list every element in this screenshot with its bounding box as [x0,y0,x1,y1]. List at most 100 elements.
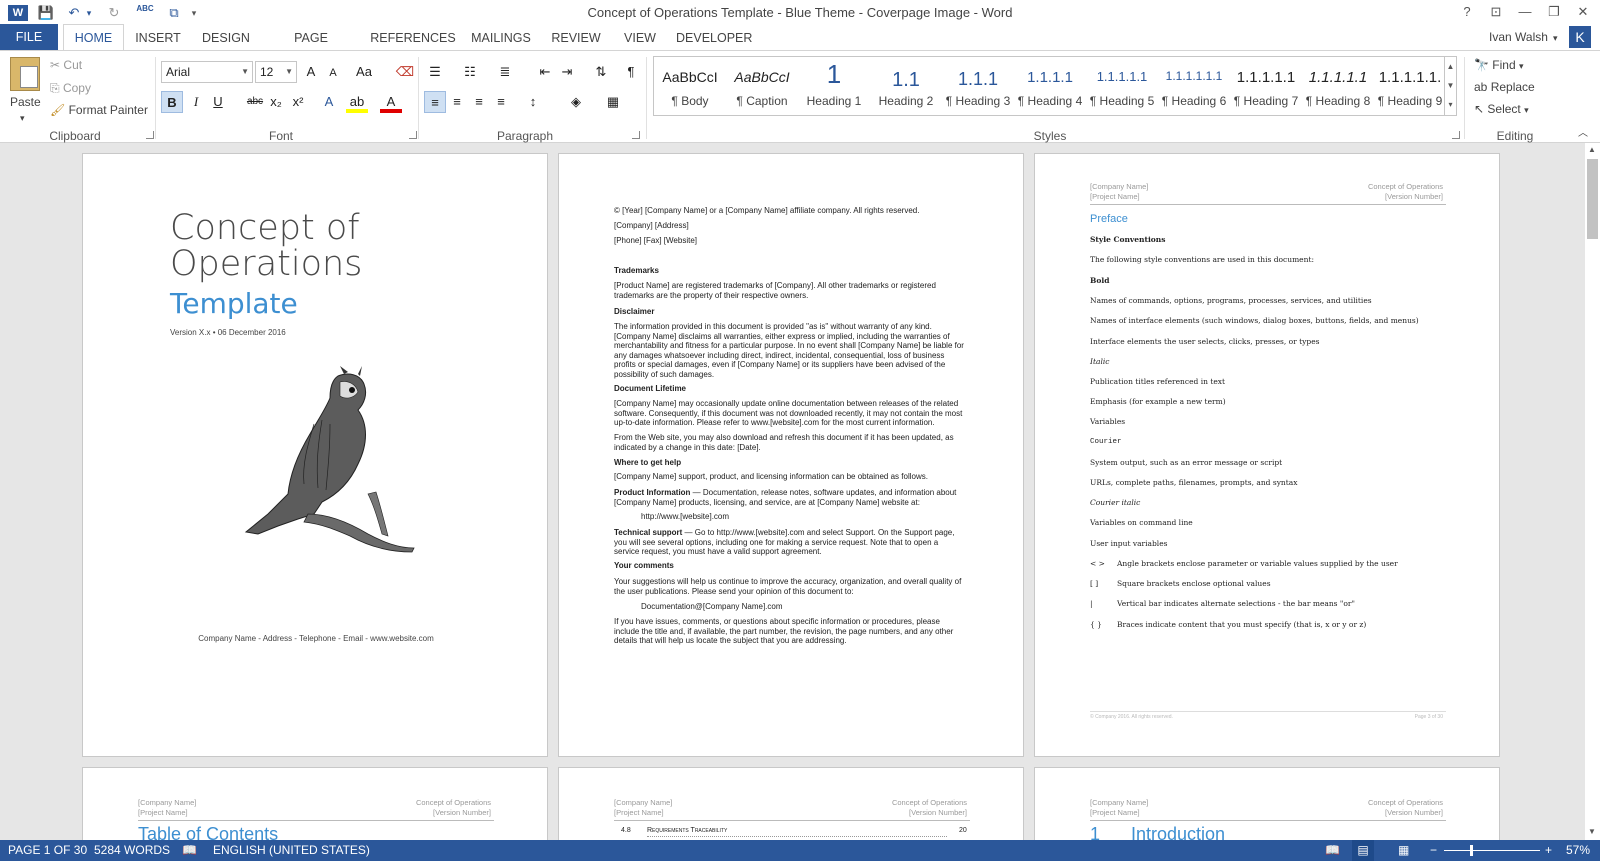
select-button[interactable]: ↖ Select ▾ [1474,100,1529,119]
scroll-up-icon[interactable]: ▲ [1588,145,1596,154]
toc-entry-number: 4.8 [621,827,631,834]
zoom-level[interactable]: 57% [1566,840,1590,861]
style-heading-8[interactable]: 1.1.1.1.1 ¶ Heading 8 [1302,57,1374,115]
tab-mailings[interactable]: MAILINGS [470,28,532,50]
superscript-button[interactable]: x² [287,91,309,113]
tab-review[interactable]: REVIEW [548,28,604,50]
tab-references[interactable]: REFERENCES [370,28,456,50]
style-heading-4[interactable]: 1.1.1.1 ¶ Heading 4 [1014,57,1086,115]
style-heading-7[interactable]: 1.1.1.1.1 ¶ Heading 7 [1230,57,1302,115]
zoom-in-icon[interactable]: + [1545,840,1552,861]
convention-line: URLs, complete paths, filenames, prompts… [1090,478,1298,487]
numbering-icon[interactable]: ☷ [459,61,481,83]
web-layout-icon[interactable]: ▦ [1398,840,1409,861]
intro-number: 1 [1090,824,1101,840]
font-color-icon[interactable]: A [380,91,402,113]
tab-home[interactable]: HOME [63,24,124,51]
style-heading-2[interactable]: 1.1 Heading 2 [870,57,942,115]
zoom-slider-thumb[interactable] [1470,845,1473,856]
grow-font-button[interactable]: A [300,61,322,83]
style-name: ¶ Heading 8 [1305,94,1371,108]
find-button[interactable]: 🔭 Find ▾ [1474,56,1524,75]
style-heading-1[interactable]: 1 Heading 1 [798,57,870,115]
word-count[interactable]: 5284 WORDS [94,840,170,861]
borders-icon[interactable]: ▦ [602,91,624,113]
user-name[interactable]: Ivan Walsh [1489,28,1548,46]
cut-button[interactable]: ✂ Cut [50,56,82,74]
tab-view[interactable]: VIEW [620,28,660,50]
print-layout-icon[interactable]: ▤ [1352,840,1374,861]
paste-button[interactable]: Paste [10,93,41,111]
restore-button[interactable]: ❐ [1543,3,1565,21]
minimize-button[interactable]: — [1514,3,1536,21]
styles-scroll[interactable]: ▲ ▼ ▾ [1445,56,1457,116]
multilevel-list-icon[interactable]: ≣ [494,61,516,83]
show-formatting-icon[interactable]: ¶ [620,61,642,83]
style-body[interactable]: AaBbCcI ¶ Body [654,57,726,115]
font-name-combo[interactable]: Arial ▼ [161,61,253,83]
change-case-button[interactable]: Aa [350,61,378,83]
style-heading-3[interactable]: 1.1.1 ¶ Heading 3 [942,57,1014,115]
lifetime-heading: Document Lifetime [614,384,687,393]
copy-button[interactable]: ⎘ Copy [50,79,91,97]
language[interactable]: ENGLISH (UNITED STATES) [213,840,370,861]
align-center-icon[interactable]: ≡ [446,91,468,113]
underline-button[interactable]: U [207,91,229,113]
shrink-font-button[interactable]: A [322,62,344,84]
format-painter-button[interactable]: 🖌 Format Painter [50,101,148,119]
increase-indent-icon[interactable]: ⇥ [556,61,578,83]
clipboard-launcher-icon[interactable] [146,131,154,139]
tab-page-layout[interactable]: PAGE LAYOUT [268,28,354,65]
style-heading-6[interactable]: 1.1.1.1.1.1 ¶ Heading 6 [1158,57,1230,115]
user-dropdown-icon[interactable]: ▾ [1553,29,1558,47]
read-mode-icon[interactable]: 📖 [1325,840,1340,861]
text-effects-icon[interactable]: A [318,91,340,113]
bullets-icon[interactable]: ☰ [424,61,446,83]
collapse-ribbon-icon[interactable]: ︿ [1578,125,1588,143]
align-left-icon[interactable]: ≡ [424,91,446,113]
page-cover[interactable]: Concept of Operations Template Version X.… [82,153,548,757]
font-launcher-icon[interactable] [409,131,417,139]
zoom-out-icon[interactable]: − [1430,840,1437,861]
zoom-slider[interactable] [1444,850,1540,851]
clear-formatting-icon[interactable]: ⌫ [394,61,416,83]
document-area[interactable]: Concept of Operations Template Version X.… [0,143,1600,840]
help-button[interactable]: ? [1456,3,1478,21]
highlight-icon[interactable]: ab [346,91,368,113]
page-preface[interactable]: [Company Name] [Project Name] Concept of… [1034,153,1500,757]
sort-icon[interactable]: ⇅ [590,61,612,83]
page-toc-2[interactable]: [Company Name] [Project Name] Concept of… [558,767,1024,840]
page-toc[interactable]: [Company Name] [Project Name] Concept of… [82,767,548,840]
close-button[interactable]: ✕ [1572,3,1594,21]
page-count[interactable]: PAGE 1 OF 30 [8,840,87,861]
ribbon-display-options-icon[interactable]: ⊡ [1485,3,1507,21]
tab-developer[interactable]: DEVELOPER [676,28,752,50]
italic-button[interactable]: I [185,91,207,113]
vertical-scrollbar[interactable]: ▲ ▼ [1584,143,1600,840]
style-caption[interactable]: AaBbCcI ¶ Caption [726,57,798,115]
decrease-indent-icon[interactable]: ⇤ [534,61,556,83]
shading-icon[interactable]: ◈ [565,91,587,113]
style-heading-5[interactable]: 1.1.1.1.1 ¶ Heading 5 [1086,57,1158,115]
subscript-button[interactable]: x₂ [265,91,287,113]
proofing-icon[interactable]: 📖 [182,840,197,861]
paragraph-launcher-icon[interactable] [632,131,640,139]
line-spacing-icon[interactable]: ↕ [522,91,544,113]
tab-design[interactable]: DESIGN [198,28,254,50]
justify-icon[interactable]: ≡ [490,91,512,113]
paste-dropdown-icon[interactable]: ▾ [20,109,25,127]
page-legal[interactable]: © [Year] [Company Name] or a [Company Na… [558,153,1024,757]
replace-button[interactable]: ab Replace [1474,78,1535,96]
style-heading-9[interactable]: 1.1.1.1.1. ¶ Heading 9 [1374,57,1446,115]
font-size-combo[interactable]: 12 ▼ [255,61,297,83]
bold-button[interactable]: B [161,91,183,113]
tab-file[interactable]: FILE [0,24,58,50]
page-intro[interactable]: [Company Name] [Project Name] Concept of… [1034,767,1500,840]
paste-icon[interactable] [10,57,40,91]
styles-launcher-icon[interactable] [1452,131,1460,139]
scroll-down-icon[interactable]: ▼ [1588,827,1596,836]
avatar[interactable]: K [1569,26,1591,48]
tab-insert[interactable]: INSERT [130,28,186,50]
align-right-icon[interactable]: ≡ [468,91,490,113]
scroll-thumb[interactable] [1587,159,1598,239]
